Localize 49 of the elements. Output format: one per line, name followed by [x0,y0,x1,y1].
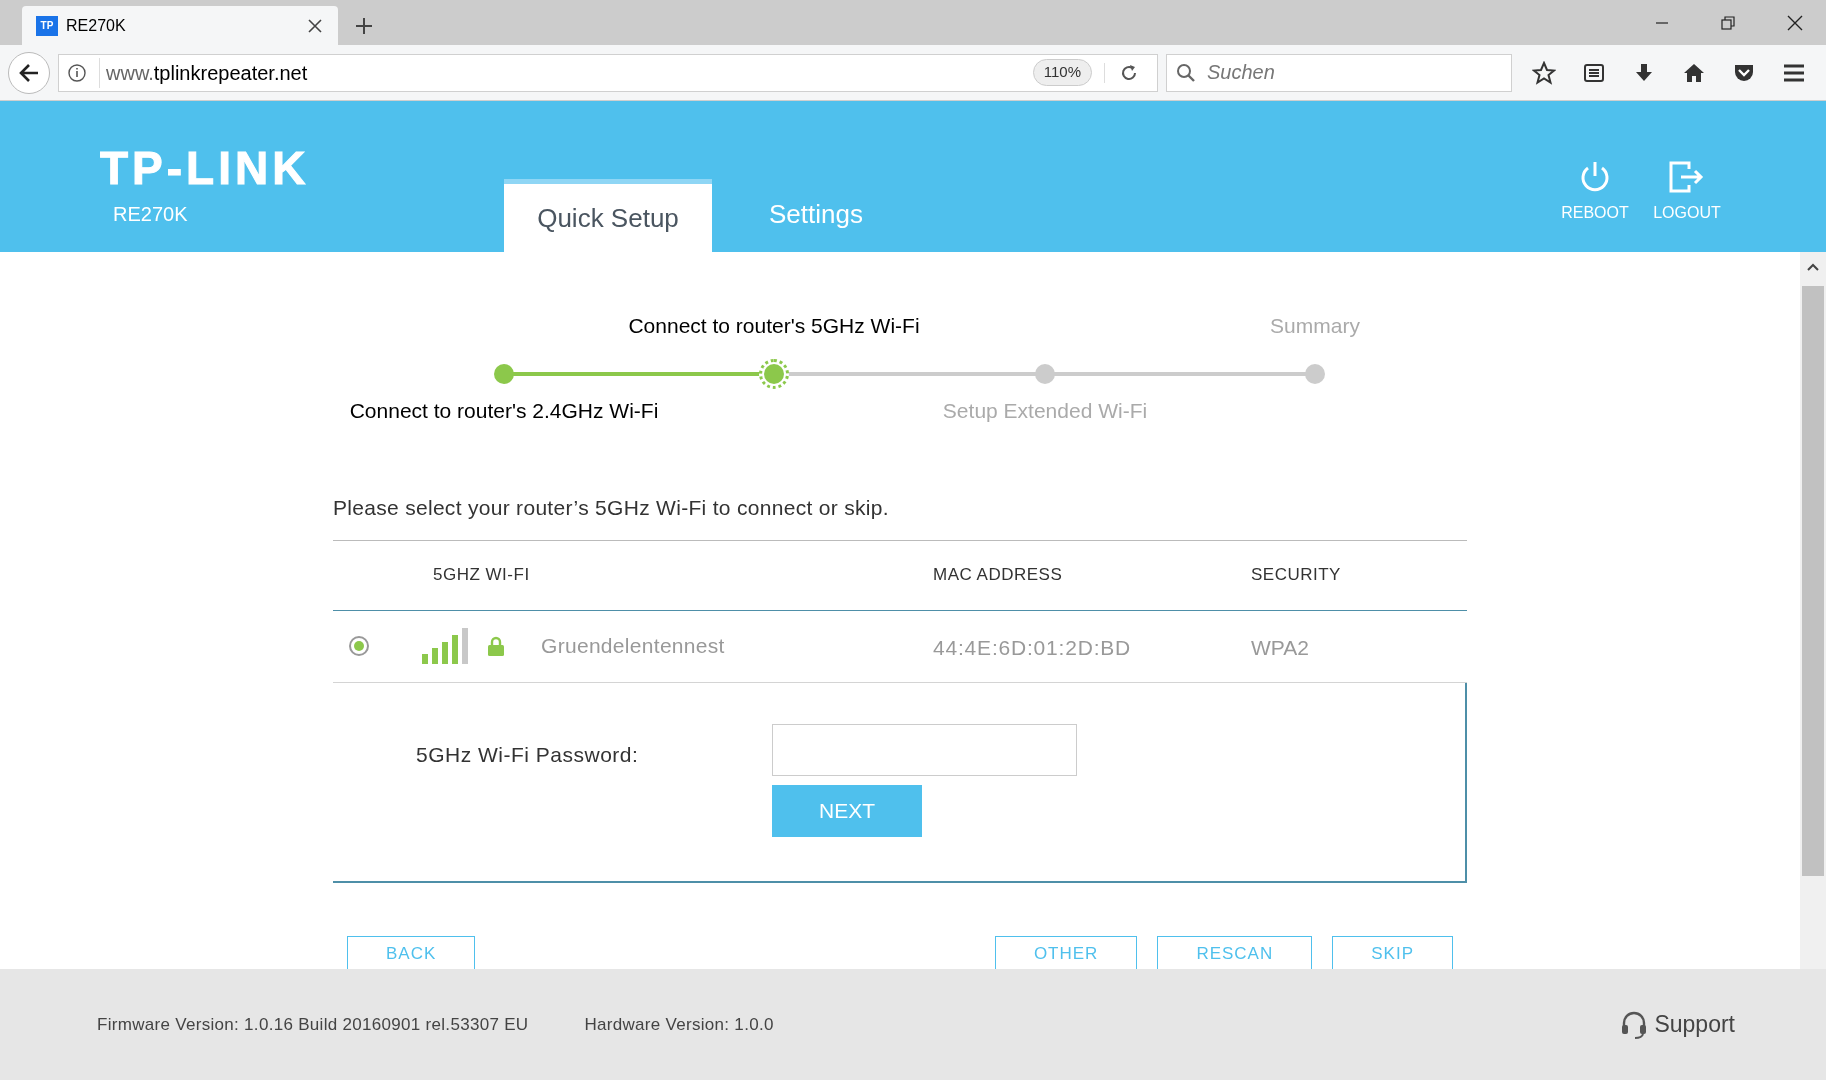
next-button[interactable]: NEXT [772,784,922,837]
headset-icon [1620,1009,1649,1040]
favicon: TP [36,15,58,36]
bookmark-star-icon[interactable] [1532,60,1556,85]
nav-tab[interactable]: Quick Setup [504,179,712,252]
address-bar[interactable]: www.tplinkrepeater.net 110% [58,53,1158,92]
instruction-text: Please select your router’s 5GHz Wi-Fi to connect or skip. [333,495,890,521]
zoom-badge[interactable]: 110% [1032,59,1092,86]
column-header: SECURITY [1251,564,1342,587]
tab-title: RE270K [66,15,127,36]
outline-button[interactable]: RESCAN [1157,935,1313,969]
close-icon[interactable] [306,16,324,35]
search-field[interactable]: Suchen [1166,53,1512,92]
url-text: www.tplinkrepeater.net [99,57,1021,88]
signal-bars-icon [421,628,469,664]
close-window-icon[interactable] [1786,13,1804,32]
info-icon[interactable] [67,62,87,83]
table-cell-text: WPA2 [1251,635,1310,662]
column-header: MAC ADDRESS [933,564,1064,587]
table-cell-text: 44:4E:6D:01:2D:BD [933,635,1133,662]
back-button[interactable] [8,51,50,94]
password-field[interactable] [772,723,1077,776]
outline-button[interactable]: OTHER [994,935,1138,969]
nav-tab[interactable]: Settings [712,179,920,252]
step-label: Setup Extended Wi-Fi [942,398,1148,424]
reload-icon[interactable] [1119,62,1139,83]
scrollbar[interactable] [1800,252,1826,969]
brand-logo: TP-LINK [100,145,311,191]
network-name: Gruendelentennest [541,633,725,660]
new-tab-icon[interactable] [354,16,374,36]
restore-icon[interactable] [1720,14,1736,31]
scroll-up-icon[interactable] [1806,262,1820,272]
logout-button[interactable]: LOGOUT [1652,159,1722,225]
field-label: 5GHz Wi-Fi Password: [415,741,640,768]
search-icon [1176,62,1196,83]
browser-tab[interactable]: TP RE270K [22,6,338,45]
back-arrow-icon [18,61,40,84]
outline-button[interactable]: BACK [347,935,476,969]
support-link[interactable]: Support [1620,1007,1735,1042]
step-label: Connect to router's 2.4GHz Wi-Fi [349,398,659,424]
step-label: Connect to router's 5GHz Wi-Fi [628,313,920,339]
step-label: Summary [1270,313,1360,339]
column-header: 5GHZ WI-FI [432,564,531,587]
firmware-version: Firmware Version: 1.0.16 Build 20160901 rel.53307 EU [97,1013,529,1036]
model-name: RE270K [112,202,189,227]
reboot-button[interactable]: REBOOT [1560,159,1630,225]
radio-button[interactable] [349,636,369,656]
outline-button[interactable]: SKIP [1332,935,1453,969]
hardware-version: Hardware Version: 1.0.0 [584,1013,774,1036]
